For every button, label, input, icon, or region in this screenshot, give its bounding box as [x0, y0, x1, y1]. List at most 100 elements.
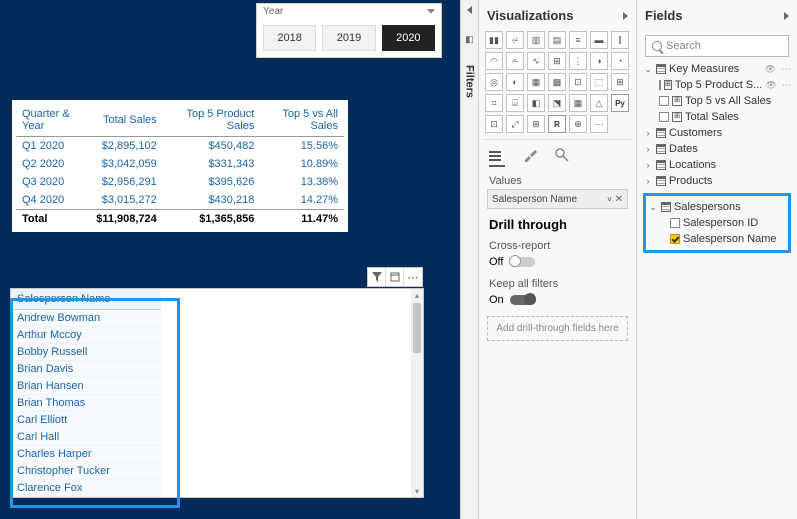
visibility-icon[interactable]: 👁 — [765, 80, 776, 91]
list-item[interactable]: Andrew Bowman — [11, 310, 161, 327]
table-key-measures[interactable]: ⌄ Key Measures 👁 ⋯ — [641, 61, 793, 77]
list-item[interactable]: Charles Harper — [11, 446, 161, 463]
analytics-tab-icon[interactable] — [555, 148, 569, 167]
viz-type-icon[interactable]: ⌗ — [485, 94, 503, 112]
more-icon[interactable]: ⋯ — [781, 64, 791, 75]
table-locations[interactable]: ›Locations — [641, 157, 793, 173]
viz-type-icon[interactable]: ∿ — [527, 52, 545, 70]
viz-type-icon[interactable]: ▮▮ — [485, 31, 503, 49]
list-item[interactable]: Brian Davis — [11, 361, 161, 378]
field-item[interactable]: Salesperson Name — [646, 231, 788, 247]
report-canvas[interactable]: Year 201820192020 Quarter & YearTotal Sa… — [0, 0, 460, 519]
field-item[interactable]: ⊞ Top 5 vs All Sales — [641, 93, 793, 109]
checkbox-icon[interactable] — [659, 80, 661, 90]
field-dropdown-icon[interactable]: ˅ — [607, 195, 612, 204]
viz-type-icon[interactable]: △ — [590, 94, 608, 112]
table-row[interactable]: Q4 2020$3,015,272$430,21814.27% — [16, 191, 344, 210]
viz-type-icon[interactable]: ⊡ — [569, 73, 587, 91]
scroll-thumb[interactable] — [413, 303, 421, 353]
list-item[interactable]: Brian Thomas — [11, 395, 161, 412]
viz-type-icon[interactable]: ⤢ — [506, 115, 524, 133]
viz-type-icon[interactable]: ⩪ — [506, 52, 524, 70]
scroll-down-arrow[interactable]: ▾ — [411, 485, 423, 497]
table-customers[interactable]: ›Customers — [641, 125, 793, 141]
list-item[interactable]: Christopher Tucker — [11, 463, 161, 480]
viz-type-icon[interactable]: ⊞ — [611, 73, 629, 91]
chevron-right-icon[interactable] — [784, 12, 789, 20]
viz-type-icon[interactable]: ⊞ — [527, 115, 545, 133]
list-item[interactable]: Brian Hansen — [11, 378, 161, 395]
viz-type-icon[interactable]: ⊡ — [485, 115, 503, 133]
year-slicer[interactable]: Year 201820192020 — [256, 3, 442, 58]
viz-type-icon[interactable]: ⊞ — [548, 52, 566, 70]
viz-type-icon[interactable]: ◧ — [527, 94, 545, 112]
expand-icon[interactable]: ◧ — [465, 34, 474, 45]
column-header[interactable]: Top 5 vs All Sales — [260, 104, 344, 137]
viz-type-icon[interactable]: ⬚ — [590, 73, 608, 91]
remove-field-icon[interactable]: ✕ — [615, 194, 623, 205]
viz-type-icon[interactable]: ≡ — [569, 31, 587, 49]
field-item[interactable]: ⊞ Total Sales — [641, 109, 793, 125]
fields-tab-icon[interactable] — [489, 148, 505, 167]
fields-search-input[interactable]: Search — [645, 35, 789, 57]
vertical-scrollbar[interactable]: ▴ ▾ — [411, 289, 423, 497]
checkbox-icon[interactable] — [659, 96, 669, 106]
list-item[interactable]: Arthur Mccoy — [11, 327, 161, 344]
viz-type-icon[interactable]: ▩ — [548, 73, 566, 91]
cross-report-toggle[interactable]: Off — [483, 254, 632, 274]
format-tab-icon[interactable] — [523, 148, 537, 167]
filter-icon[interactable] — [368, 268, 386, 286]
viz-type-icon[interactable]: Py — [611, 94, 629, 112]
viz-type-icon[interactable]: ▬ — [590, 31, 608, 49]
chevron-left-icon[interactable] — [467, 6, 472, 14]
viz-type-icon[interactable]: R — [548, 115, 566, 133]
checkbox-icon[interactable] — [670, 218, 680, 228]
viz-type-icon[interactable]: ⋯ — [590, 115, 608, 133]
salesperson-table-visual[interactable]: ⋯ Salesperson Name Andrew BowmanArthur M… — [10, 288, 424, 498]
field-item[interactable]: ⊞ Top 5 Product S...👁⋯ — [641, 77, 793, 93]
table-row[interactable]: Q1 2020$2,895,102$450,48215.56% — [16, 137, 344, 156]
viz-type-icon[interactable]: ▦ — [527, 73, 545, 91]
column-header[interactable]: Total Sales — [90, 104, 163, 137]
table-row[interactable]: Q3 2020$2,956,291$395,62613.38% — [16, 173, 344, 191]
chevron-down-icon[interactable] — [427, 9, 435, 14]
viz-type-icon[interactable]: ▦ — [569, 94, 587, 112]
field-item[interactable]: Salesperson ID — [646, 215, 788, 231]
column-header[interactable]: Top 5 Product Sales — [163, 104, 261, 137]
viz-type-icon[interactable]: ▥ — [527, 31, 545, 49]
year-option-2019[interactable]: 2019 — [322, 25, 375, 51]
list-item[interactable]: Carl Hall — [11, 429, 161, 446]
viz-type-icon[interactable]: ⌸ — [506, 94, 524, 112]
column-header[interactable]: Quarter & Year — [16, 104, 90, 137]
viz-type-icon[interactable]: ⫿ — [611, 31, 629, 49]
viz-type-icon[interactable]: ◎ — [485, 73, 503, 91]
scroll-up-arrow[interactable]: ▴ — [411, 289, 423, 301]
viz-type-icon[interactable]: ⬔ — [548, 94, 566, 112]
list-item[interactable]: Clarence Fox — [11, 480, 161, 497]
viz-type-icon[interactable]: ◠ — [485, 52, 503, 70]
year-option-2020[interactable]: 2020 — [382, 25, 435, 51]
visibility-icon[interactable]: 👁 — [765, 64, 776, 75]
viz-type-icon[interactable]: ⋮ — [569, 52, 587, 70]
values-field-well[interactable]: Salesperson Name ˅ ✕ — [487, 189, 628, 209]
checkbox-icon[interactable] — [670, 234, 680, 244]
sp-column-header[interactable]: Salesperson Name — [11, 289, 161, 310]
chevron-right-icon[interactable] — [623, 12, 628, 20]
table-dates[interactable]: ›Dates — [641, 141, 793, 157]
viz-type-icon[interactable]: ◐ — [506, 73, 524, 91]
focus-mode-icon[interactable] — [386, 268, 404, 286]
list-item[interactable]: Carl Elliott — [11, 412, 161, 429]
table-products[interactable]: ›Products — [641, 173, 793, 189]
more-options-icon[interactable]: ⋯ — [404, 268, 422, 286]
year-option-2018[interactable]: 2018 — [263, 25, 316, 51]
viz-type-icon[interactable]: ◔ — [611, 52, 629, 70]
quarterly-table-visual[interactable]: Quarter & YearTotal SalesTop 5 Product S… — [12, 100, 348, 232]
viz-type-icon[interactable]: ◑ — [590, 52, 608, 70]
viz-type-icon[interactable]: ⩫ — [506, 31, 524, 49]
table-row[interactable]: Q2 2020$3,042,059$331,34310.89% — [16, 155, 344, 173]
table-salespersons[interactable]: ⌄ Salespersons — [646, 199, 788, 215]
keep-filters-toggle[interactable]: On — [483, 292, 632, 312]
list-item[interactable]: Bobby Russell — [11, 344, 161, 361]
viz-type-icon[interactable]: ⊕ — [569, 115, 587, 133]
drillthrough-drop-well[interactable]: Add drill-through fields here — [487, 316, 628, 341]
